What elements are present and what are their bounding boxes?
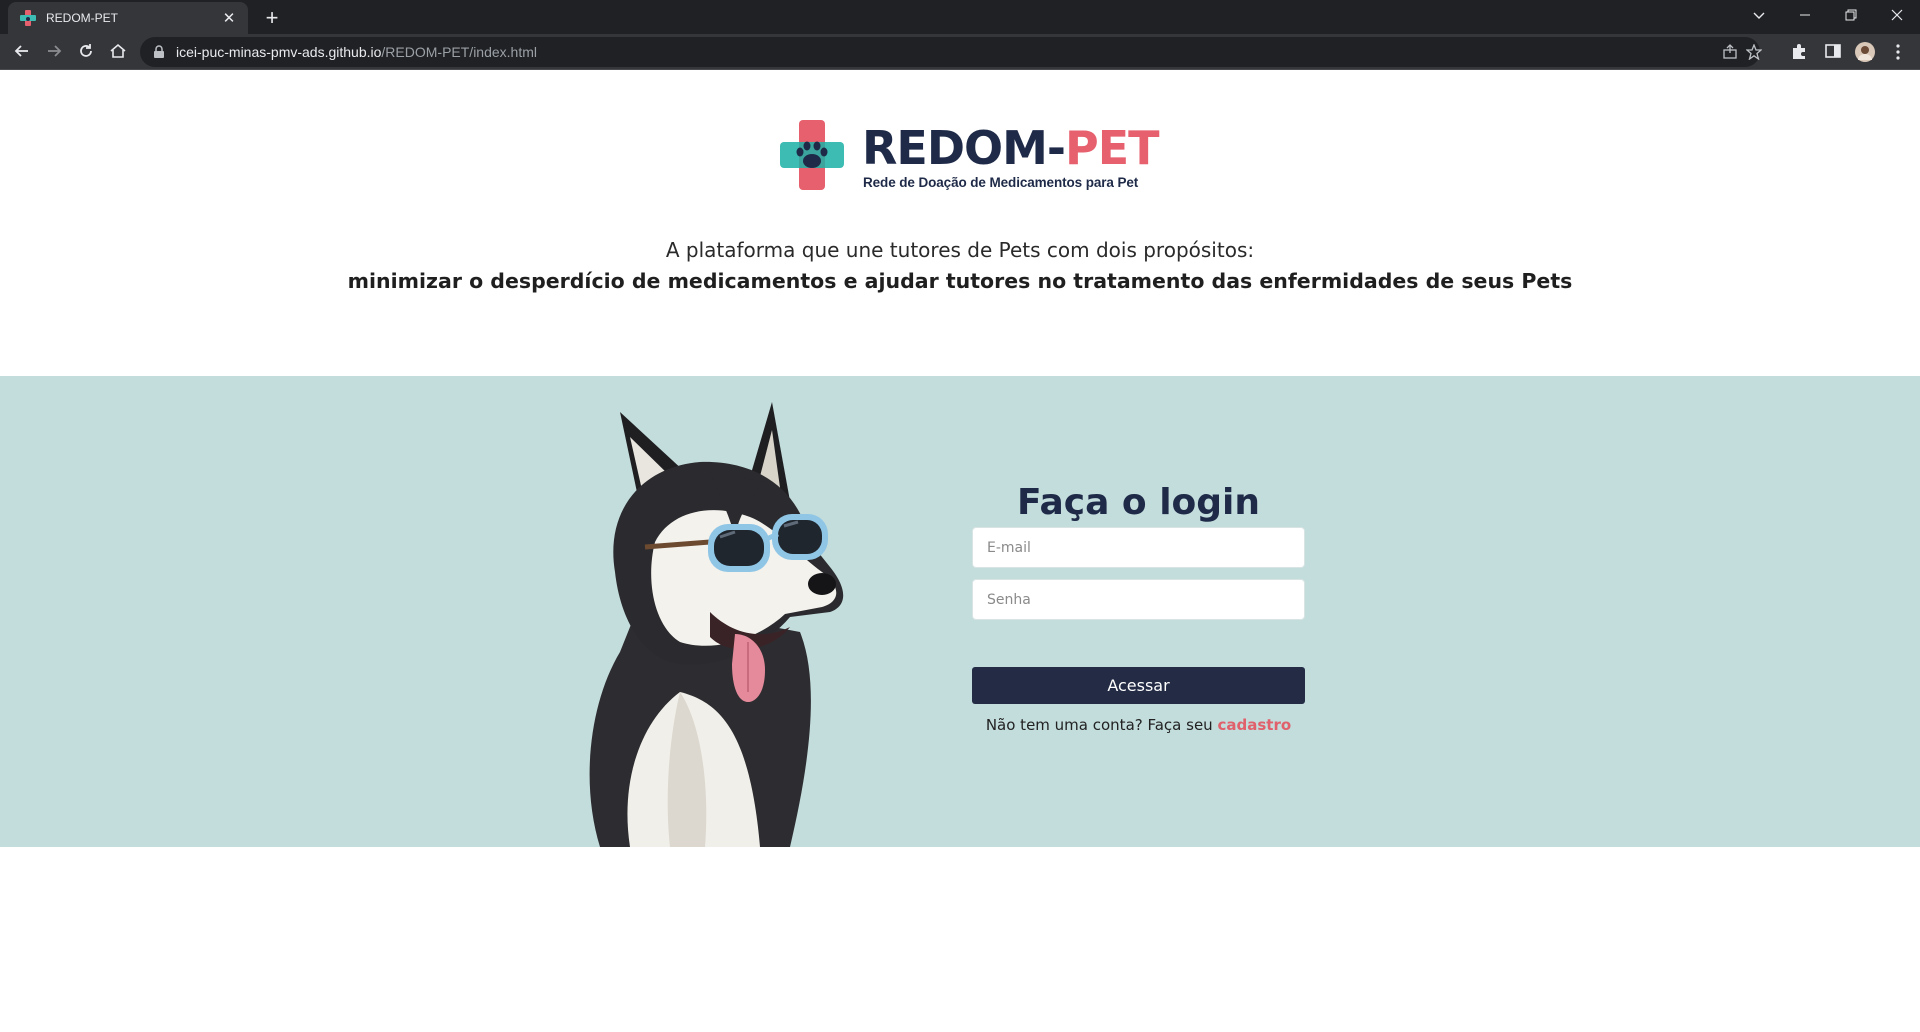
star-icon[interactable] [1745,43,1763,61]
browser-tab[interactable]: REDOM-PET ✕ [8,2,248,34]
site-favicon-icon [20,10,36,26]
husky-sunglasses-image [589,402,844,847]
tagline-purpose: minimizar o desperdício de medicamentos … [347,269,1573,293]
close-tab-icon[interactable]: ✕ [220,9,238,27]
lock-icon[interactable] [152,45,166,59]
reload-icon[interactable] [72,37,100,65]
login-title: Faça o login [1016,482,1261,523]
tab-title: REDOM-PET [46,11,118,25]
login-hero-section: Faça o login Acessar Não tem uma conta? … [0,376,1920,847]
signup-link[interactable]: cadastro [1217,716,1291,734]
tab-search-icon[interactable] [1736,0,1782,30]
tagline-intro: A plataforma que une tutores de Pets com… [665,238,1255,262]
logo-subtitle: Rede de Doação de Medicamentos para Pet [863,175,1139,190]
share-icon[interactable] [1722,44,1738,60]
login-submit-button[interactable]: Acessar [972,667,1305,704]
new-tab-button[interactable]: + [258,4,286,32]
minimize-icon[interactable] [1782,0,1828,30]
signup-prompt: Não tem uma conta? Faça seu cadastro [972,716,1305,734]
side-panel-icon[interactable] [1824,42,1844,62]
browser-tab-strip: REDOM-PET ✕ + [0,0,1920,34]
close-window-icon[interactable] [1874,0,1920,30]
logo-wordmark: REDOM-PET [862,121,1160,175]
browser-toolbar: icei-puc-minas-pmv-ads.github.io /REDOM-… [0,34,1920,70]
forward-arrow-icon[interactable] [40,37,68,65]
home-icon[interactable] [104,37,132,65]
url-path: /REDOM-PET/index.html [381,44,538,60]
signup-prompt-text: Não tem uma conta? Faça seu [985,716,1218,734]
password-input[interactable] [972,579,1305,620]
email-input[interactable] [972,527,1305,568]
menu-kebab-icon[interactable] [1888,42,1908,62]
url-host: icei-puc-minas-pmv-ads.github.io [176,44,382,60]
address-bar[interactable]: icei-puc-minas-pmv-ads.github.io /REDOM-… [140,37,1763,67]
back-arrow-icon[interactable] [8,37,36,65]
logo-cross-paw-icon [780,120,844,190]
extensions-icon[interactable] [1790,42,1810,62]
restore-icon[interactable] [1828,0,1874,30]
page-content: REDOM-PET Rede de Doação de Medicamentos… [0,70,1920,1032]
site-logo[interactable]: REDOM-PET Rede de Doação de Medicamentos… [780,120,1160,210]
profile-avatar[interactable] [1855,42,1875,62]
